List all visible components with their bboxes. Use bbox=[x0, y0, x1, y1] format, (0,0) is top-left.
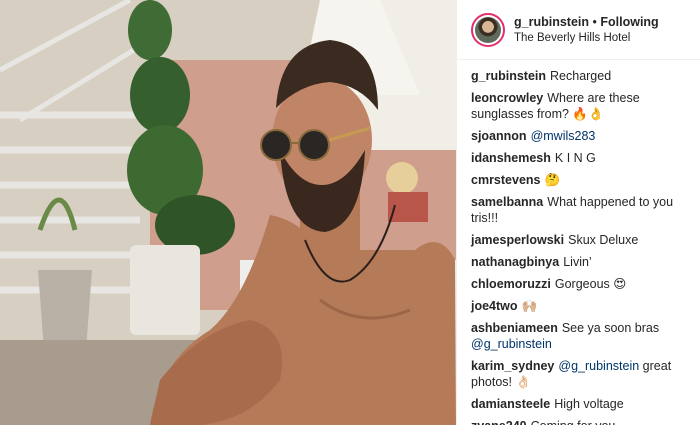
post-photo-illustration bbox=[0, 0, 456, 425]
avatar[interactable] bbox=[471, 12, 505, 47]
comment-username-link[interactable]: zvane240 bbox=[471, 419, 527, 425]
comment-text: 🙌🏼 bbox=[521, 299, 538, 313]
separator-dot: • bbox=[592, 14, 597, 29]
comment-item: idanshemesh K I N G bbox=[471, 150, 692, 166]
comment-username-link[interactable]: g_rubinstein bbox=[471, 69, 546, 83]
comment-username-link[interactable]: jamesperlowski bbox=[471, 233, 564, 247]
comment-username-link[interactable]: leoncrowley bbox=[471, 91, 543, 105]
mention-link[interactable]: @mwils283 bbox=[531, 129, 596, 143]
comment-item: sjoannon @mwils283 bbox=[471, 128, 692, 144]
comment-username-link[interactable]: cmrstevens bbox=[471, 173, 541, 187]
comment-text: Recharged bbox=[550, 69, 612, 83]
comment-item: karim_sydney @g_rubinstein great photos! … bbox=[471, 358, 692, 390]
post-header: g_rubinstein • Following The Beverly Hil… bbox=[457, 0, 700, 60]
post-username-link[interactable]: g_rubinstein bbox=[514, 15, 589, 29]
comment-username-link[interactable]: nathanagbinya bbox=[471, 255, 559, 269]
comment-text: Skux Deluxe bbox=[568, 233, 639, 247]
comment-item: damiansteele High voltage bbox=[471, 396, 692, 412]
comment-item: samelbanna What happened to you tris!!! bbox=[471, 194, 692, 226]
following-button[interactable]: Following bbox=[600, 15, 658, 29]
comment-text: See ya soon bras bbox=[561, 321, 660, 335]
comment-item: zvane240 Coming for you bbox=[471, 418, 692, 425]
comment-username-link[interactable]: ashbeniameen bbox=[471, 321, 558, 335]
comments-panel: g_rubinstein • Following The Beverly Hil… bbox=[456, 0, 700, 425]
location-link[interactable]: The Beverly Hills Hotel bbox=[514, 30, 659, 46]
comment-text: 🤔 bbox=[544, 173, 561, 187]
comment-username-link[interactable]: damiansteele bbox=[471, 397, 550, 411]
mention-link[interactable]: @g_rubinstein bbox=[558, 359, 639, 373]
comment-item: leoncrowley Where are these sunglasses fr… bbox=[471, 90, 692, 122]
comment-username-link[interactable]: idanshemesh bbox=[471, 151, 551, 165]
comment-item: joe4two 🙌🏼 bbox=[471, 298, 692, 314]
comment-username-link[interactable]: sjoannon bbox=[471, 129, 527, 143]
comment-username-link[interactable]: chloemoruzzi bbox=[471, 277, 551, 291]
comment-item: nathanagbinya Livin’ bbox=[471, 254, 692, 270]
comment-text: High voltage bbox=[554, 397, 624, 411]
comment-username-link[interactable]: karim_sydney bbox=[471, 359, 554, 373]
comment-text: Gorgeous 😍 bbox=[554, 277, 627, 291]
mention-link[interactable]: @g_rubinstein bbox=[471, 337, 552, 351]
comment-item: cmrstevens 🤔 bbox=[471, 172, 692, 188]
comment-item: ashbeniameen See ya soon bras @g_rubinste… bbox=[471, 320, 692, 352]
comment-text: Coming for you bbox=[531, 419, 616, 425]
comment-text: K I N G bbox=[554, 151, 596, 165]
comment-item: chloemoruzzi Gorgeous 😍 bbox=[471, 276, 692, 292]
comment-username-link[interactable]: joe4two bbox=[471, 299, 518, 313]
comment-username-link[interactable]: samelbanna bbox=[471, 195, 543, 209]
comment-item: g_rubinstein Recharged bbox=[471, 68, 692, 84]
post-photo[interactable] bbox=[0, 0, 456, 425]
comment-item: jamesperlowski Skux Deluxe bbox=[471, 232, 692, 248]
comment-text: Livin’ bbox=[563, 255, 592, 269]
comment-list: g_rubinstein Recharged leoncrowley Where a… bbox=[457, 60, 700, 425]
